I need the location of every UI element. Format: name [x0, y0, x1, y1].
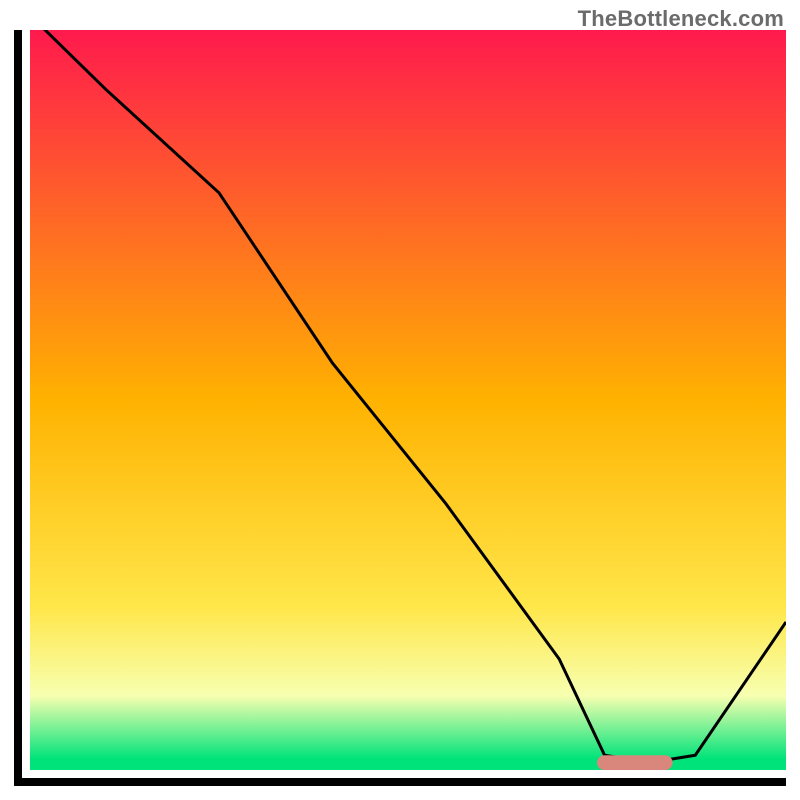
plot-svg: [30, 30, 786, 770]
plot-area: [30, 30, 786, 770]
axes-frame: [14, 30, 786, 786]
optimal-range-marker: [597, 755, 673, 770]
chart-container: TheBottleneck.com: [0, 0, 800, 800]
watermark-text: TheBottleneck.com: [578, 6, 784, 32]
gradient-fill: [30, 30, 786, 770]
